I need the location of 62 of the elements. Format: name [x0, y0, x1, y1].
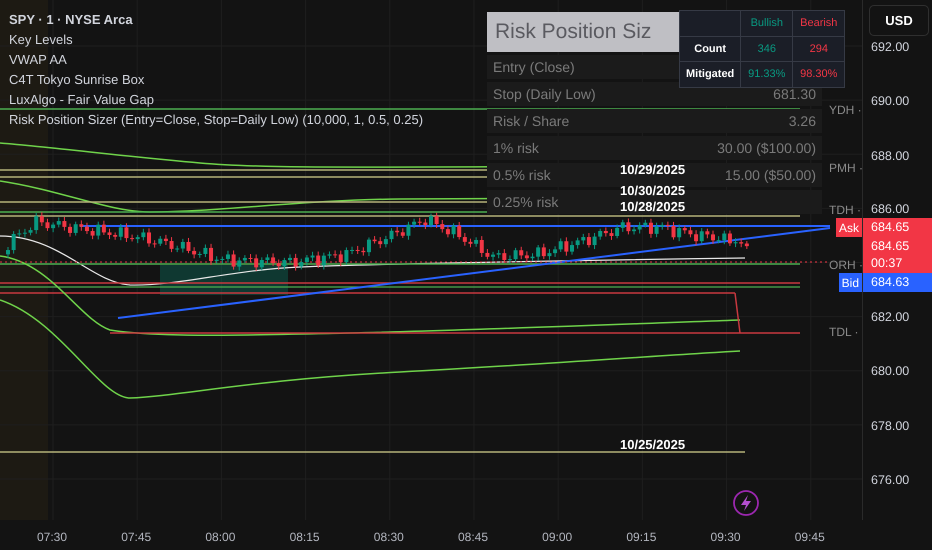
row-header: Count — [680, 36, 741, 62]
row-label: Risk / Share — [493, 112, 570, 130]
row-label: 1% risk — [493, 138, 539, 158]
time-label: 07:45 — [121, 529, 152, 546]
legend-text: Risk Position Sizer (Entry=Close, Stop=Daily Low) (10,000, 1, 0.5, 0.25) — [9, 111, 424, 129]
price-value: 684.65 — [871, 238, 910, 255]
row-value: 681.30 — [773, 84, 816, 104]
legend-text: SPY · 1 · NYSE Arca — [9, 11, 133, 29]
row-header: Mitigated — [680, 62, 741, 87]
price-label: 678.00 — [871, 418, 910, 435]
date-label: 10/30/2025 — [620, 182, 686, 200]
price-label: 676.00 — [871, 472, 910, 489]
time-label: 08:45 — [458, 529, 488, 546]
price-label: 680.00 — [871, 363, 910, 380]
level-label: PMH · — [829, 160, 862, 177]
level-label: TDL · — [829, 324, 859, 341]
date-label: 10/25/2025 — [620, 436, 686, 454]
price-label: 688.00 — [871, 148, 910, 165]
bid-tag: Bid — [838, 273, 862, 292]
row-value: 3.26 — [788, 112, 816, 130]
panel-title: Risk Position Siz — [487, 12, 680, 52]
time-label: 09:45 — [794, 529, 825, 546]
date-label: 10/28/2025 — [620, 198, 686, 216]
currency-button[interactable]: USD — [869, 5, 929, 36]
table-cell: 346 — [740, 36, 793, 62]
legend-text: C4T Tokyo Sunrise Box — [9, 71, 144, 89]
time-label: 09:30 — [710, 529, 741, 546]
price-label: 682.00 — [871, 309, 910, 326]
time-label: 09:15 — [626, 529, 656, 546]
stop-line — [734, 292, 741, 334]
time-label: 08:30 — [374, 529, 404, 546]
ask-tag: Ask — [836, 218, 862, 237]
price-value: 684.65 — [871, 219, 910, 236]
level-label: YDH · — [829, 102, 862, 119]
price-label: 686.00 — [871, 201, 910, 218]
column-header: Bearish — [792, 10, 845, 36]
price-label: 692.00 — [871, 39, 910, 56]
row-value: 30.00 ($100.00) — [717, 138, 816, 158]
table-cell: 98.30% — [792, 62, 845, 87]
row-label: Entry (Close) — [493, 58, 575, 76]
level-label: ORH · — [829, 257, 862, 274]
legend-text: LuxAlgo - Fair Value Gap — [9, 91, 154, 109]
column-header: Bullish — [740, 10, 793, 36]
legend-text: Key Levels — [9, 31, 73, 49]
price-label: 690.00 — [871, 93, 910, 110]
time-label: 08:00 — [205, 529, 236, 546]
time-label: 09:00 — [542, 529, 572, 546]
row-label: Stop (Daily Low) — [493, 84, 596, 104]
lightning-icon[interactable] — [733, 490, 759, 516]
time-label: 08:15 — [290, 529, 320, 546]
time-label: 07:30 — [37, 529, 68, 546]
row-label: 0.25% risk — [493, 192, 558, 212]
date-label: 10/29/2025 — [620, 161, 686, 179]
price-value: 684.63 — [871, 274, 910, 291]
countdown-text: 00:37 — [871, 255, 904, 272]
table-cell: 294 — [792, 36, 845, 62]
table-cell: 91.33% — [740, 62, 793, 87]
row-value: 15.00 ($50.00) — [724, 166, 816, 184]
legend-text: VWAP AA — [9, 51, 67, 69]
level-label: TDH · — [829, 202, 861, 219]
row-label: 0.5% risk — [493, 166, 551, 184]
table-cell — [680, 10, 741, 36]
